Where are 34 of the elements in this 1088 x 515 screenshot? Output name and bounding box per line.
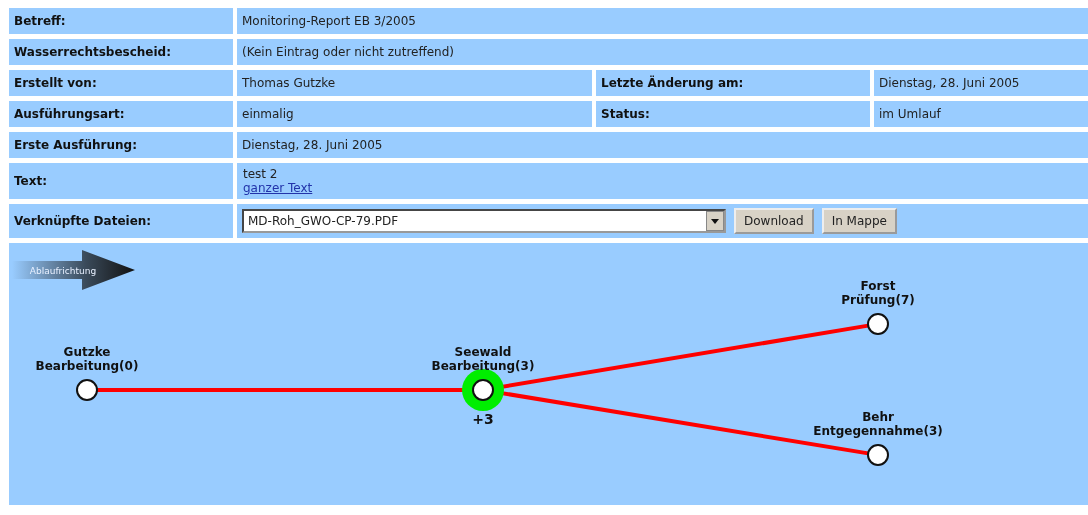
person-label: Gutzke [63,345,111,359]
field-label: Wasserrechtsbescheid: [9,39,233,65]
field-value: Dienstag, 28. Juni 2005 [237,132,1088,158]
step-node[interactable] [867,313,889,335]
direction-label: Ablaufrichtung [29,266,97,276]
full-text-link[interactable]: ganzer Text [243,181,313,195]
step-label: Bearbeitung(0) [35,359,139,373]
step-node[interactable] [867,444,889,466]
field-label: Erstellt von: [9,70,233,96]
field-value: Monitoring-Report EB 3/2005 [237,8,1088,34]
field-label: Text: [9,163,233,199]
file-action-button[interactable]: In Mappe [821,208,897,234]
step-label: Bearbeitung(3) [431,359,535,373]
field-label: Erste Ausführung: [9,132,233,158]
step-node[interactable] [76,379,98,401]
person-label: Forst [860,279,896,293]
step-label: Prüfung(7) [841,293,915,307]
field-value: Dienstag, 28. Juni 2005 [874,70,1088,96]
person-label: Behr [862,410,894,424]
field-label: Ausführungsart: [9,101,233,127]
file-select[interactable]: MD-Roh_GWO-CP-79.PDF [242,209,726,233]
field-value: im Umlauf [874,101,1088,127]
field-value: Thomas Gutzke [237,70,592,96]
field-label: Verknüpfte Dateien: [9,204,233,238]
person-label: Seewald [454,345,512,359]
field-value: (Kein Eintrag oder nicht zutreffend) [237,39,1088,65]
file-action-button[interactable]: Download [734,208,814,234]
count-label: +3 [472,411,494,427]
field-label: Betreff: [9,8,233,34]
field-label: Status: [596,101,870,127]
field-value: einmalig [237,101,592,127]
text-value: test 2 [243,167,278,181]
field-label: Letzte Änderung am: [596,70,870,96]
step-label: Entgegennahme(3) [813,424,943,438]
